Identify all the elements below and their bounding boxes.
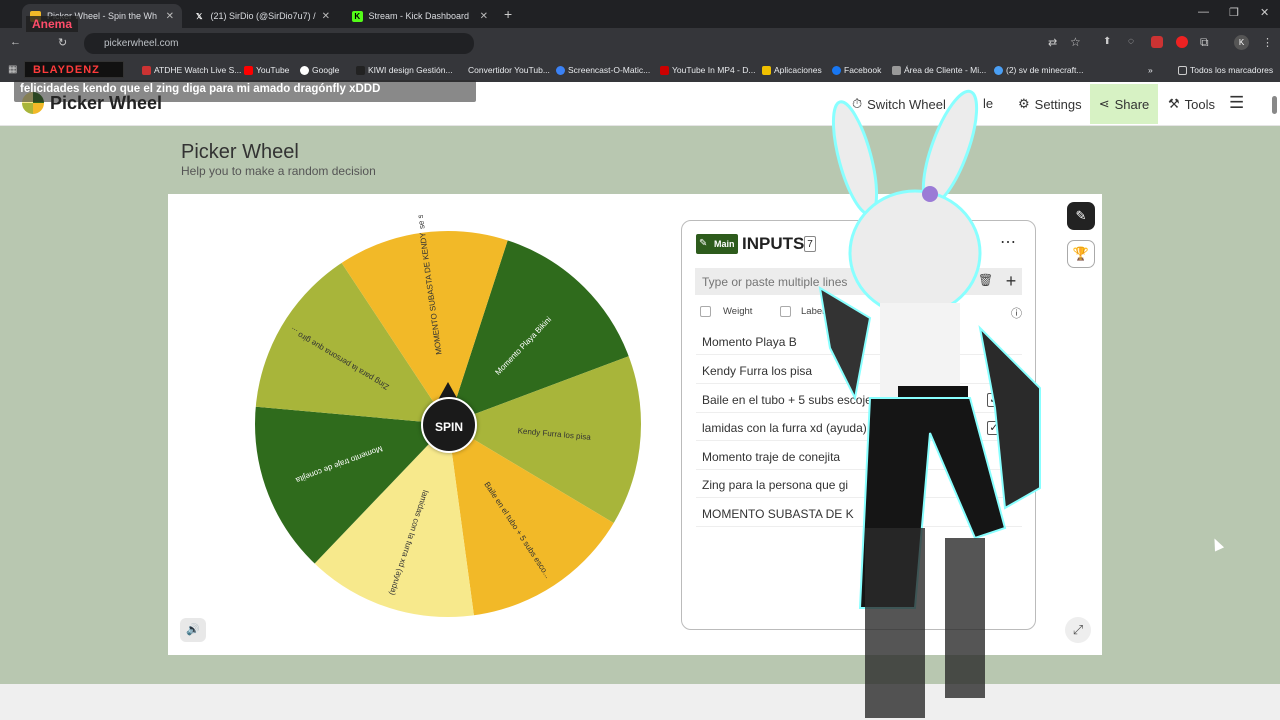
spin-button[interactable]: SPIN <box>421 397 477 453</box>
browser-menu-icon[interactable]: ⋮ <box>1262 36 1273 49</box>
blaydenz-bookmark[interactable]: BLAYDENZ <box>24 61 124 78</box>
minimize-icon[interactable]: — <box>1198 6 1209 18</box>
close-tab-icon[interactable]: ✕ <box>322 11 330 22</box>
x-favicon: 𝕏 <box>196 11 203 21</box>
edit-pencil-icon: ✎ <box>699 238 708 249</box>
kick-favicon: K <box>352 10 363 22</box>
bookmark-favicon-icon <box>142 65 151 75</box>
bookmark-favicon-icon <box>356 65 365 75</box>
folder-icon <box>1178 65 1187 75</box>
all-bookmarks-folder[interactable]: Todos los marcadores <box>1178 65 1273 75</box>
weight-toggle[interactable]: Weight <box>700 306 752 317</box>
bookmark-favicon-icon <box>892 65 901 75</box>
close-tab-icon[interactable]: ✕ <box>480 11 488 22</box>
google-icon <box>300 65 309 75</box>
streamer-name-overlay: Anema <box>26 16 79 32</box>
apps-grid-icon[interactable]: ▦ <box>8 64 17 75</box>
close-window-icon[interactable]: ✕ <box>1260 6 1269 19</box>
bookmark-favicon-icon <box>660 65 669 75</box>
mouse-cursor-icon <box>1209 536 1225 552</box>
inputs-title: INPUTS <box>742 234 805 253</box>
bookmark-item[interactable]: Facebook <box>832 65 881 75</box>
profile-avatar[interactable]: K <box>1234 35 1249 50</box>
bookmark-favicon-icon <box>456 66 465 75</box>
bookmark-item[interactable]: Área de Cliente - Mi... <box>892 65 986 75</box>
bookmark-favicon-icon <box>994 65 1003 75</box>
page-scrollbar[interactable] <box>1272 96 1277 114</box>
share-icon: ⋖ <box>1098 96 1110 111</box>
wrench-icon: ⚒ <box>1168 96 1180 111</box>
tab-label: (21) SirDio (@SirDio7u7) / X <box>210 11 316 21</box>
bookmark-star-icon[interactable]: ☆ <box>1070 35 1081 49</box>
extension-icon[interactable]: ⬆ <box>1103 36 1111 47</box>
sound-toggle-icon[interactable]: 🔊 <box>180 618 206 642</box>
translate-icon[interactable]: ⇄ <box>1048 36 1057 49</box>
page-title: Picker Wheel <box>181 141 299 163</box>
extension-icon[interactable] <box>1151 36 1163 48</box>
tab-kick-dashboard[interactable]: K Stream - Kick Dashboard ✕ <box>344 4 496 28</box>
extensions-puzzle-icon[interactable]: ⧉ <box>1200 35 1209 50</box>
tab-label: Stream - Kick Dashboard <box>368 11 470 21</box>
extension-icon[interactable]: ◌ <box>1128 36 1134 47</box>
tab-x-profile[interactable]: 𝕏 (21) SirDio (@SirDio7u7) / X ✕ <box>186 4 338 28</box>
tools-button[interactable]: ⚒ Tools <box>1168 96 1215 112</box>
back-arrow-icon[interactable]: ← <box>10 36 21 48</box>
bookmark-item[interactable]: YouTube <box>244 65 289 75</box>
new-tab-plus-icon[interactable]: + <box>504 6 512 22</box>
bookmark-item[interactable]: YouTube In MP4 - D... <box>660 65 755 75</box>
apps-icon <box>762 65 771 75</box>
bookmark-item[interactable]: Aplicaciones <box>762 65 822 75</box>
bookmark-item[interactable]: ATDHE Watch Live S... <box>142 65 241 75</box>
reload-icon[interactable]: ↻ <box>58 36 67 49</box>
bookmark-item[interactable]: Screencast-O-Matic... <box>556 65 650 75</box>
trophy-icon[interactable]: 🏆 <box>1067 240 1095 268</box>
page-subtitle: Help you to make a random decision <box>181 164 376 178</box>
edit-wheel-icon[interactable]: ✎ <box>1067 202 1095 230</box>
url-field[interactable]: pickerwheel.com <box>84 33 474 54</box>
more-bookmarks-chevron-icon[interactable]: » <box>1148 65 1153 75</box>
facebook-icon <box>832 65 841 75</box>
bookmark-item[interactable]: Google <box>300 65 339 75</box>
youtube-icon <box>244 65 253 75</box>
close-tab-icon[interactable]: ✕ <box>166 11 174 22</box>
restore-icon[interactable]: ❐ <box>1229 6 1239 19</box>
hamburger-menu-icon[interactable]: ☰ <box>1229 93 1244 113</box>
bookmark-item[interactable]: (2) sv de minecraft... <box>994 65 1083 75</box>
label-checkbox[interactable] <box>780 306 791 317</box>
chat-message-overlay: felicidades kendo que el zing diga para … <box>14 80 476 102</box>
weight-checkbox[interactable] <box>700 306 711 317</box>
share-button[interactable]: ⋖ Share <box>1090 84 1158 124</box>
vtuber-avatar-overlay <box>818 89 1041 718</box>
screencast-icon <box>556 65 565 75</box>
extension-icon[interactable] <box>1176 36 1188 48</box>
bookmark-item[interactable]: Convertidor YouTub... <box>456 65 550 75</box>
bookmark-item[interactable]: KIWI design Gestión... <box>356 65 453 75</box>
page-footer-strip <box>0 684 1280 720</box>
